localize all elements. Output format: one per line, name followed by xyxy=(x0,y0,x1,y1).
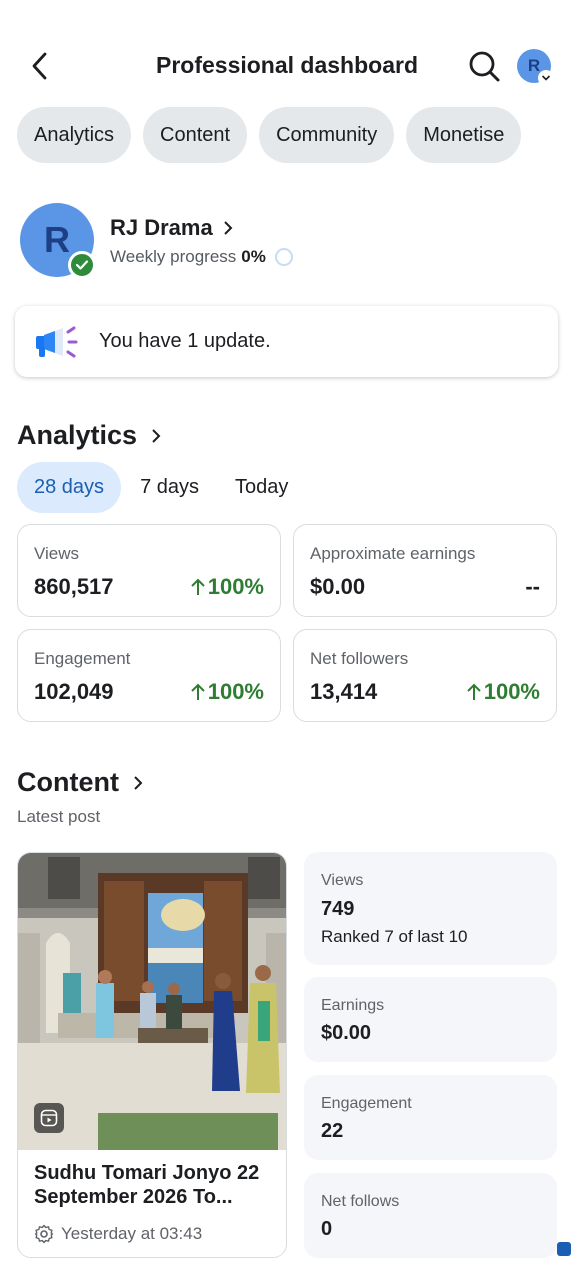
reel-icon xyxy=(34,1103,64,1133)
progress-ring-icon xyxy=(274,248,293,266)
metric-change: 100% xyxy=(191,679,264,705)
chevron-right-icon xyxy=(134,775,143,790)
post-stat-views[interactable]: Views 749 Ranked 7 of last 10 xyxy=(304,852,557,965)
chevron-right-icon xyxy=(224,221,233,235)
post-stat-net-follows[interactable]: Net follows 0 xyxy=(304,1173,557,1258)
content-section-header[interactable]: Content xyxy=(17,767,143,798)
stat-label: Views xyxy=(321,872,364,889)
stat-value: 749 xyxy=(321,898,355,920)
post-timestamp: Yesterday at 03:43 xyxy=(34,1224,202,1244)
metric-label: Approximate earnings xyxy=(310,544,476,563)
avatar-letter: R xyxy=(44,219,70,260)
arrow-up-icon xyxy=(191,578,205,595)
weekly-progress-value: 0% xyxy=(241,247,266,266)
stat-label: Net follows xyxy=(321,1193,400,1210)
weekly-progress-label: Weekly progress xyxy=(110,247,237,266)
account-switcher-avatar[interactable]: R xyxy=(517,49,554,86)
update-banner[interactable]: You have 1 update. xyxy=(15,306,558,377)
metric-change-value: -- xyxy=(525,574,540,599)
metric-label: Views xyxy=(34,544,80,563)
megaphone-icon xyxy=(36,326,78,357)
latest-post-card[interactable]: Sudhu Tomari Jonyo 22 September 2026 To.… xyxy=(17,852,287,1258)
tab-monetise[interactable]: Monetise xyxy=(406,107,522,163)
metric-value: 102,049 xyxy=(34,679,114,704)
post-stat-earnings[interactable]: Earnings $0.00 xyxy=(304,977,557,1062)
chevron-down-icon xyxy=(538,70,554,86)
update-text: You have 1 update. xyxy=(99,330,271,352)
metric-change: 100% xyxy=(191,574,264,600)
metric-card-net-followers[interactable]: Net followers 13,414 100% xyxy=(293,629,557,722)
range-today[interactable]: Today xyxy=(218,462,305,513)
stat-value: $0.00 xyxy=(321,1022,372,1044)
post-thumbnail[interactable] xyxy=(18,853,286,1150)
metric-change-value: 100% xyxy=(483,679,540,704)
range-28-days[interactable]: 28 days xyxy=(17,462,122,513)
tab-analytics[interactable]: Analytics xyxy=(17,107,132,163)
stat-value: 0 xyxy=(321,1218,333,1240)
profile-summary: R RJ Drama Weekly progress 0% xyxy=(20,203,560,279)
page-name-link[interactable]: RJ Drama xyxy=(110,215,233,241)
top-app-bar: Professional dashboard R xyxy=(0,40,574,92)
range-7-days[interactable]: 7 days xyxy=(123,462,216,513)
gear-icon xyxy=(34,1224,54,1244)
metric-card-earnings[interactable]: Approximate earnings $0.00 -- xyxy=(293,524,557,617)
page-name: RJ Drama xyxy=(110,215,213,240)
chevron-right-icon xyxy=(152,428,161,443)
arrow-up-icon xyxy=(191,683,205,700)
date-range-selector: 28 days 7 days Today xyxy=(17,462,307,513)
stat-value: 22 xyxy=(321,1120,344,1142)
metric-card-views[interactable]: Views 860,517 100% xyxy=(17,524,281,617)
metric-change: 100% xyxy=(467,679,540,705)
tab-content[interactable]: Content xyxy=(143,107,248,163)
metric-value: 860,517 xyxy=(34,574,114,599)
analytics-section-header[interactable]: Analytics xyxy=(17,420,161,451)
stat-rank: Ranked 7 of last 10 xyxy=(321,927,468,946)
dashboard-tabs: Analytics Content Community Monetise xyxy=(17,107,522,163)
arrow-up-icon xyxy=(467,683,481,700)
stat-label: Engagement xyxy=(321,1095,412,1112)
latest-post-label: Latest post xyxy=(17,807,101,826)
stat-label: Earnings xyxy=(321,997,385,1014)
post-stat-engagement[interactable]: Engagement 22 xyxy=(304,1075,557,1160)
post-time-text: Yesterday at 03:43 xyxy=(61,1224,203,1243)
metric-card-engagement[interactable]: Engagement 102,049 100% xyxy=(17,629,281,722)
weekly-progress: Weekly progress 0% xyxy=(110,247,293,267)
verified-check-icon xyxy=(68,251,96,279)
tab-community[interactable]: Community xyxy=(259,107,395,163)
post-title: Sudhu Tomari Jonyo 22 September 2026 To.… xyxy=(34,1162,260,1208)
briefcase-icon[interactable] xyxy=(557,1242,571,1256)
metric-value: 13,414 xyxy=(310,679,378,704)
search-button[interactable] xyxy=(466,48,502,84)
metric-value: $0.00 xyxy=(310,574,366,599)
metric-label: Engagement xyxy=(34,649,131,668)
analytics-title: Analytics xyxy=(17,420,138,450)
content-title: Content xyxy=(17,767,119,797)
metric-change-value: 100% xyxy=(207,679,264,704)
search-icon xyxy=(469,51,500,82)
metric-change-value: 100% xyxy=(207,574,264,599)
metric-label: Net followers xyxy=(310,649,409,668)
